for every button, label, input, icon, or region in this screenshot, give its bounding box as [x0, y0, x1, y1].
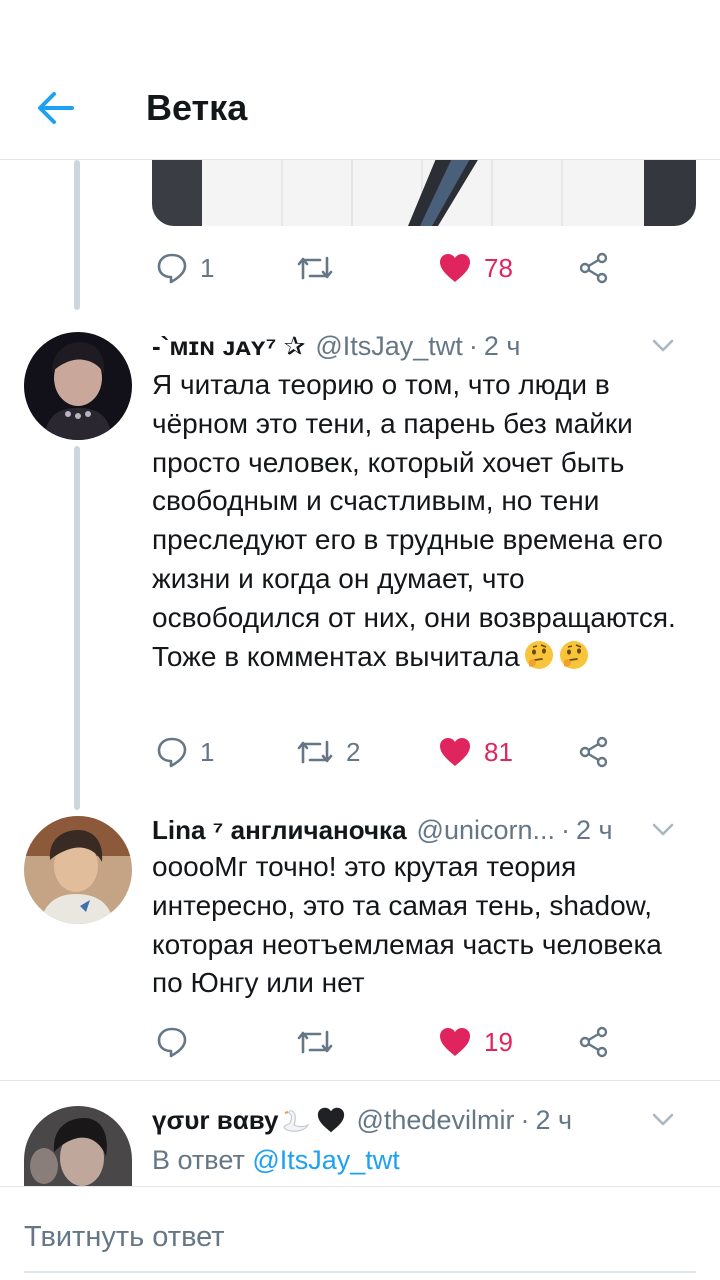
like-button[interactable]: 19 — [438, 1018, 513, 1066]
tweet-header: -`ᴍɪɴ ᴊᴀʏ⁷ ✰ @ItsJay_twt · 2 ч — [152, 326, 700, 366]
heart-filled-icon — [438, 736, 472, 768]
share-button[interactable] — [578, 728, 610, 776]
reply-icon — [156, 252, 188, 284]
display-name[interactable]: үσυr вαву — [152, 1105, 278, 1136]
reply-icon — [156, 1026, 188, 1058]
reply-button[interactable]: 1 — [156, 728, 214, 776]
like-count: 78 — [484, 252, 513, 283]
thread-line — [74, 160, 80, 310]
tweet-actions: 1 78 — [152, 244, 632, 292]
avatar[interactable] — [24, 816, 132, 924]
reply-mention-link[interactable]: @ItsJay_twt — [252, 1145, 399, 1175]
retweet-button[interactable]: 2 — [296, 728, 360, 776]
tweet-actions: 19 — [152, 1018, 632, 1066]
retweet-icon — [296, 252, 334, 284]
chevron-down-icon[interactable] — [648, 814, 678, 844]
like-count: 19 — [484, 1026, 513, 1057]
tweet-header: Lina ⁷ англичаночка @unicorn... · 2 ч — [152, 810, 700, 850]
reply-prefix: В ответ — [152, 1145, 245, 1175]
reply-context: В ответ @ItsJay_twt — [152, 1140, 400, 1180]
thinking-face-icon — [524, 640, 553, 669]
thinking-face-icon — [559, 640, 588, 669]
display-name[interactable]: -`ᴍɪɴ ᴊᴀʏ⁷ ✰ — [152, 331, 305, 362]
tweet-text: Я читала теорию о том, что люди в чёрном… — [152, 366, 697, 676]
share-button[interactable] — [578, 244, 610, 292]
reply-compose-bar: Твитнуть ответ — [0, 1186, 720, 1280]
timestamp[interactable]: 2 ч — [484, 331, 521, 362]
display-name[interactable]: Lina ⁷ англичаночка — [152, 815, 407, 846]
reply-button[interactable] — [156, 1018, 200, 1066]
username[interactable]: @unicorn... — [417, 815, 555, 846]
like-button[interactable]: 78 — [438, 244, 513, 292]
black-heart-icon — [318, 1107, 345, 1133]
reply-button[interactable]: 1 — [156, 244, 214, 292]
tweet-actions: 1 2 81 — [152, 728, 632, 776]
share-icon — [578, 736, 610, 768]
retweet-count: 2 — [346, 736, 361, 767]
tweet[interactable]: -`ᴍɪɴ ᴊᴀʏ⁷ ✰ @ItsJay_twt · 2 ч Я читала … — [0, 324, 720, 794]
input-underline — [24, 1271, 696, 1273]
like-button[interactable]: 81 — [438, 728, 513, 776]
arrow-left-icon — [38, 92, 74, 124]
reply-input[interactable]: Твитнуть ответ — [24, 1215, 696, 1259]
chevron-down-icon[interactable] — [648, 330, 678, 360]
reply-count: 1 — [200, 736, 215, 767]
retweet-icon — [296, 1026, 334, 1058]
timestamp[interactable]: 2 ч — [576, 815, 613, 846]
share-icon — [578, 1026, 610, 1058]
separator-dot: · — [561, 814, 570, 845]
avatar[interactable] — [24, 332, 132, 440]
tweet[interactable]: Lina ⁷ англичаночка @unicorn... · 2 ч оо… — [0, 810, 720, 1070]
retweet-button[interactable] — [296, 1018, 346, 1066]
retweet-icon — [296, 736, 334, 768]
tweet-text-body: Тоже в комментах вычитала — [152, 640, 520, 672]
swan-icon — [283, 1110, 310, 1132]
page-title: Ветка — [146, 87, 248, 128]
reply-icon — [156, 736, 188, 768]
timestamp[interactable]: 2 ч — [535, 1105, 572, 1136]
heart-filled-icon — [438, 1026, 472, 1058]
tweet-text-body: Я читала теорию о том, что люди в чёрном… — [152, 369, 676, 633]
top-bar: Ветка — [0, 0, 720, 160]
share-icon — [578, 252, 610, 284]
share-button[interactable] — [578, 1018, 610, 1066]
back-button[interactable] — [28, 84, 84, 132]
retweet-button[interactable] — [296, 244, 346, 292]
separator-dot: · — [468, 330, 478, 361]
avatar[interactable] — [24, 1106, 132, 1186]
divider — [0, 1080, 720, 1081]
tweet[interactable]: үσυr вαву @thedevilmir · 2 ч В ответ @It… — [0, 1098, 720, 1186]
chevron-down-icon[interactable] — [648, 1104, 678, 1134]
separator-dot: · — [520, 1104, 530, 1135]
reply-count: 1 — [200, 252, 215, 283]
heart-filled-icon — [438, 252, 472, 284]
username[interactable]: @thedevilmir — [356, 1105, 514, 1136]
tweet-header: үσυr вαву @thedevilmir · 2 ч — [152, 1100, 700, 1140]
like-count: 81 — [484, 736, 513, 767]
tweet-text: ооооМг точно! это крутая теория интересн… — [152, 851, 662, 999]
username[interactable]: @ItsJay_twt — [315, 331, 462, 362]
